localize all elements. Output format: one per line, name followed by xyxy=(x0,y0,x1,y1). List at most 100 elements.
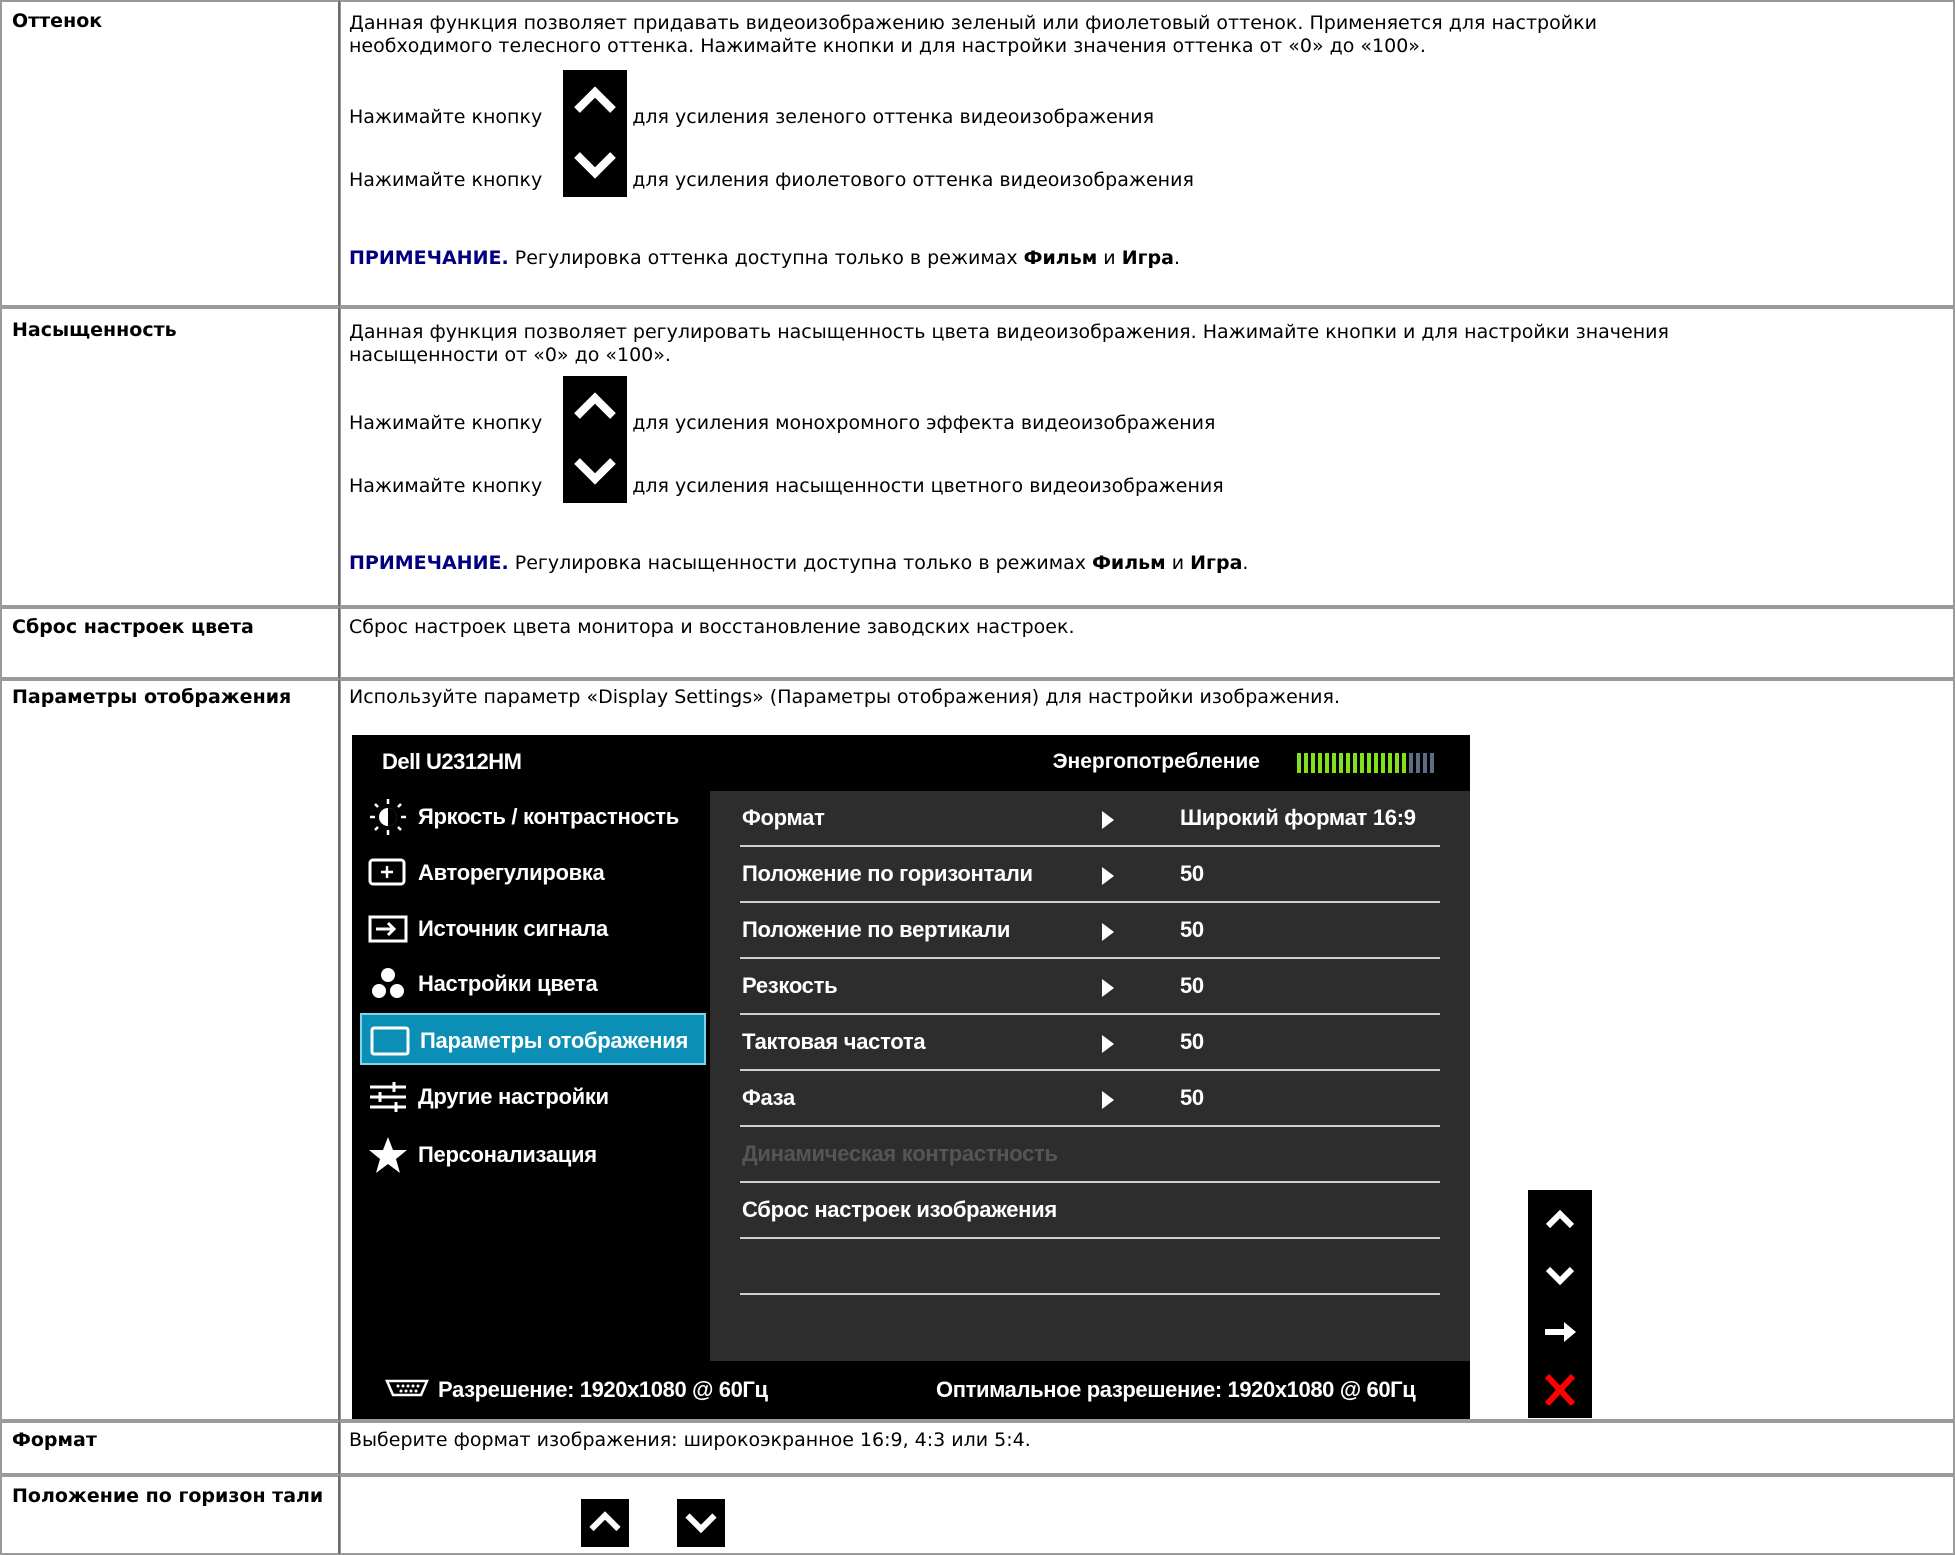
description-line: насыщенности от «0» до «100». xyxy=(349,344,671,366)
submenu-item-label: Фаза xyxy=(742,1085,795,1110)
submenu-item-label: Положение по горизонтали xyxy=(742,861,1033,886)
submenu-item-sharpness[interactable]: Резкость 50 xyxy=(740,959,1440,1015)
instruction-line: Нажимайте кнопку для усиления монохромно… xyxy=(349,412,1215,435)
menu-item-auto-adjust[interactable]: Авторегулировка xyxy=(360,847,706,899)
submenu-item-value: Широкий формат 16:9 xyxy=(1180,805,1416,830)
submenu-item-label: Формат xyxy=(742,805,825,830)
instruction-line: Нажимайте кнопку для усиления фиолетовог… xyxy=(349,169,1194,192)
note-text: Регулировка насыщенности доступна только… xyxy=(514,552,1087,574)
power-segment xyxy=(1304,753,1308,773)
submenu-item-empty xyxy=(740,1239,1440,1295)
instruction-text: Нажимайте кнопку xyxy=(349,106,543,128)
submenu-item-image-reset[interactable]: Сброс настроек изображения xyxy=(740,1183,1440,1239)
description-line: Сброс настроек цвета монитора и восстано… xyxy=(349,616,1075,638)
row-label-cell: Формат xyxy=(0,1421,340,1475)
submenu-item-horizontal-position[interactable]: Положение по горизонтали 50 xyxy=(740,847,1440,903)
menu-item-label: Другие настройки xyxy=(418,1084,609,1109)
power-segment xyxy=(1367,753,1371,773)
close-icon[interactable] xyxy=(1528,1361,1592,1418)
submenu-item-label: Динамическая контрастность xyxy=(742,1141,1058,1166)
menu-item-display-settings[interactable]: Параметры отображения xyxy=(360,1013,706,1065)
menu-item-input-source[interactable]: Источник сигнала xyxy=(360,903,706,955)
submenu-item-phase[interactable]: Фаза 50 xyxy=(740,1071,1440,1127)
up-button-icon xyxy=(563,70,627,134)
menu-item-label: Источник сигнала xyxy=(418,916,608,941)
row-description-cell xyxy=(340,1475,1955,1555)
mode-name: Фильм xyxy=(1092,552,1166,574)
row-label: Положение по горизон тали xyxy=(12,1485,324,1507)
table-row: Положение по горизон тали xyxy=(0,1475,1955,1555)
submenu-item-vertical-position[interactable]: Положение по вертикали 50 xyxy=(740,903,1440,959)
osd-main-menu: Яркость / контрастность Авторегулировка … xyxy=(352,791,710,1361)
submenu-item-value: 50 xyxy=(1180,861,1204,886)
menu-item-label: Настройки цвета xyxy=(418,971,598,996)
instruction-line: Нажимайте кнопку для усиления насыщеннос… xyxy=(349,475,1224,498)
submenu-item-label: Тактовая частота xyxy=(742,1029,926,1054)
instruction-text: для усиления фиолетового оттенка видеоиз… xyxy=(632,169,1194,191)
play-arrow-icon xyxy=(1102,1091,1114,1109)
display-settings-icon xyxy=(370,1026,410,1056)
power-segment xyxy=(1360,753,1364,773)
submenu-item-value: 50 xyxy=(1180,1085,1204,1110)
note-label: ПРИМЕЧАНИЕ. xyxy=(349,247,509,269)
auto-adjust-icon xyxy=(368,858,406,886)
instruction-text: Нажимайте кнопку xyxy=(349,169,543,191)
row-description-cell: Сброс настроек цвета монитора и восстано… xyxy=(340,607,1955,679)
osd-footer: Разрешение: 1920x1080 @ 60Гц Оптимальное… xyxy=(352,1361,1470,1419)
description-line: Данная функция позволяет придавать видео… xyxy=(349,12,1597,34)
description-line: Данная функция позволяет регулировать на… xyxy=(349,321,1669,343)
up-arrow-icon[interactable] xyxy=(1528,1190,1592,1247)
row-label-cell: Параметры отображения xyxy=(0,679,340,1421)
menu-item-personalize[interactable]: Персонализация xyxy=(360,1129,706,1181)
input-source-icon xyxy=(368,915,408,943)
color-settings-icon xyxy=(372,968,404,998)
submenu-item-label: Резкость xyxy=(742,973,838,998)
submenu-item-value: 50 xyxy=(1180,917,1204,942)
menu-item-other-settings[interactable]: Другие настройки xyxy=(360,1071,706,1123)
menu-item-label: Параметры отображения xyxy=(420,1028,689,1053)
down-arrow-icon[interactable] xyxy=(1528,1247,1592,1304)
table-row: Формат Выберите формат изображения: широ… xyxy=(0,1421,1955,1475)
power-segment xyxy=(1346,753,1350,773)
row-label-cell: Оттенок xyxy=(0,0,340,307)
description-line: Используйте параметр «Display Settings» … xyxy=(349,686,1340,708)
submenu-item-label: Положение по вертикали xyxy=(742,917,1011,942)
power-segment xyxy=(1297,753,1301,773)
instruction-text: для усиления зеленого оттенка видеоизобр… xyxy=(632,106,1154,128)
osd-side-buttons xyxy=(1528,1190,1592,1418)
play-arrow-icon xyxy=(1102,867,1114,885)
table-row: Оттенок Данная функция позволяет придава… xyxy=(0,0,1955,307)
table-row: Сброс настроек цвета Сброс настроек цвет… xyxy=(0,607,1955,679)
submenu-item-value: 50 xyxy=(1180,1029,1204,1054)
menu-item-color-settings[interactable]: Настройки цвета xyxy=(360,958,706,1010)
menu-item-brightness[interactable]: Яркость / контрастность xyxy=(360,791,706,843)
note: ПРИМЕЧАНИЕ. Регулировка насыщенности дос… xyxy=(349,552,1248,575)
note: ПРИМЕЧАНИЕ. Регулировка оттенка доступна… xyxy=(349,247,1180,270)
power-segment xyxy=(1402,753,1406,773)
note-text: Регулировка оттенка доступна только в ре… xyxy=(514,247,1018,269)
current-resolution: Разрешение: 1920x1080 @ 60Гц xyxy=(438,1377,768,1402)
submenu-item-dynamic-contrast: Динамическая контрастность xyxy=(740,1127,1440,1183)
power-segment xyxy=(1353,753,1357,773)
note-dot: . xyxy=(1173,247,1180,269)
row-label: Сброс настроек цвета xyxy=(12,616,254,638)
right-arrow-icon[interactable] xyxy=(1528,1304,1592,1361)
play-arrow-icon xyxy=(1102,1035,1114,1053)
optimal-resolution: Оптимальное разрешение: 1920x1080 @ 60Гц xyxy=(936,1377,1416,1402)
down-button-icon xyxy=(563,439,627,503)
power-segment xyxy=(1318,753,1322,773)
note-and: и xyxy=(1171,552,1185,574)
submenu-item-pixel-clock[interactable]: Тактовая частота 50 xyxy=(740,1015,1440,1071)
power-segment xyxy=(1311,753,1315,773)
brightness-icon xyxy=(370,799,406,835)
power-meter xyxy=(1297,753,1434,773)
row-label: Насыщенность xyxy=(12,319,177,341)
down-button-icon xyxy=(677,1499,725,1547)
row-label-cell: Положение по горизон тали xyxy=(0,1475,340,1555)
star-icon xyxy=(369,1137,407,1173)
submenu-item-aspect[interactable]: Формат Широкий формат 16:9 xyxy=(740,791,1440,847)
power-segment xyxy=(1381,753,1385,773)
note-and: и xyxy=(1103,247,1116,269)
note-label: ПРИМЕЧАНИЕ. xyxy=(349,552,509,574)
submenu-item-value: 50 xyxy=(1180,973,1204,998)
